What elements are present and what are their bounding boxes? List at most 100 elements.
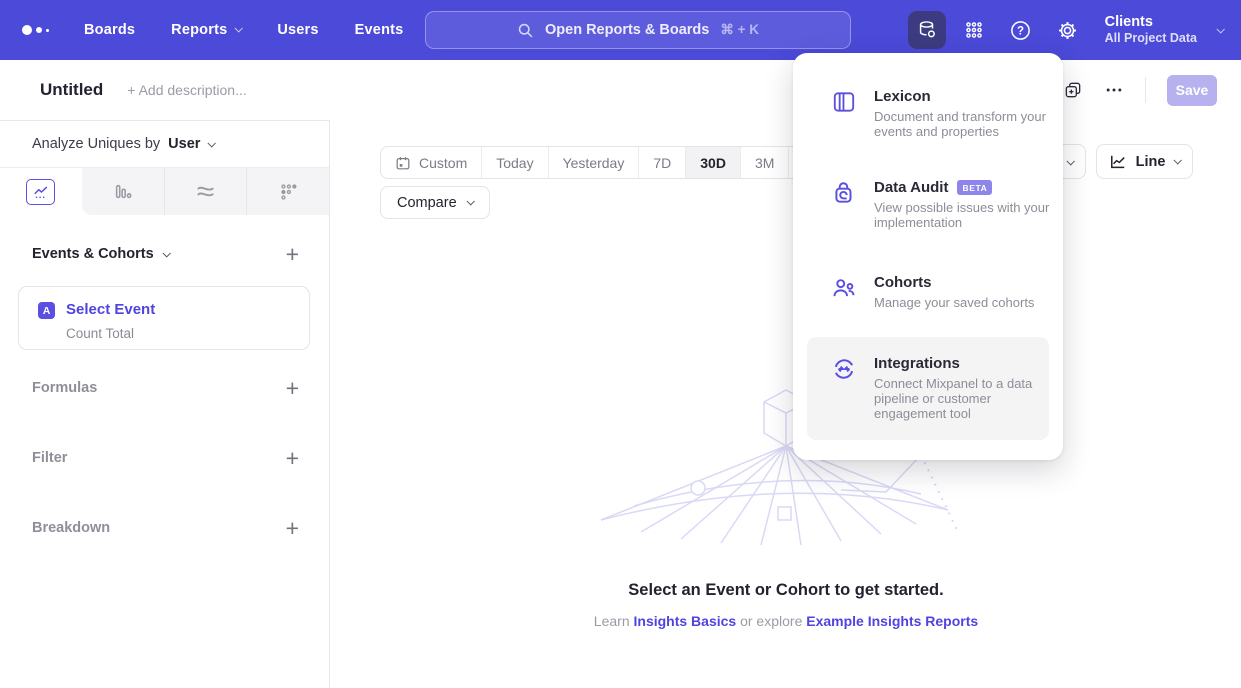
org-name: Clients bbox=[1105, 13, 1197, 31]
integrations-sync-icon bbox=[831, 356, 857, 422]
settings-button[interactable] bbox=[1049, 11, 1087, 49]
section-label: Events & Cohorts bbox=[32, 246, 154, 262]
chart-style-label: Line bbox=[1136, 154, 1166, 170]
menu-item-lexicon[interactable]: Lexicon Document and transform your even… bbox=[809, 88, 1047, 139]
events-section-toggle[interactable]: Events & Cohorts bbox=[32, 246, 169, 262]
date-range-3m[interactable]: 3M bbox=[740, 147, 788, 178]
section-label: Filter bbox=[32, 450, 67, 466]
middle-text: or explore bbox=[740, 613, 802, 629]
menu-item-integrations[interactable]: Integrations Connect Mixpanel to a data … bbox=[807, 337, 1049, 440]
date-range-custom[interactable]: Custom bbox=[381, 147, 481, 178]
more-options-button[interactable] bbox=[1104, 80, 1124, 100]
calendar-icon bbox=[395, 155, 411, 171]
add-description-field[interactable]: + Add description... bbox=[127, 82, 246, 98]
save-button[interactable]: Save bbox=[1167, 75, 1217, 106]
chevron-down-icon bbox=[466, 197, 474, 205]
nav-item-boards[interactable]: Boards bbox=[84, 22, 135, 38]
compare-dropdown[interactable]: Compare bbox=[380, 186, 490, 219]
insights-basics-link[interactable]: Insights Basics bbox=[634, 613, 737, 629]
add-breakdown-button[interactable]: + bbox=[286, 519, 299, 537]
analyze-label: Analyze Uniques by bbox=[32, 136, 160, 152]
divider bbox=[1145, 77, 1146, 103]
seg-label: Yesterday bbox=[563, 155, 625, 171]
section-label: Formulas bbox=[32, 380, 97, 396]
breakdown-section-header: Breakdown + bbox=[32, 519, 299, 537]
menu-item-data-audit[interactable]: Data Audit BETA View possible issues wit… bbox=[809, 179, 1047, 230]
menu-item-title: Data Audit bbox=[874, 179, 948, 196]
menu-item-desc: Document and transform your events and p… bbox=[874, 109, 1052, 139]
menu-item-cohorts[interactable]: Cohorts Manage your saved cohorts bbox=[809, 274, 1047, 310]
apps-grid-button[interactable] bbox=[955, 11, 993, 49]
cohorts-people-icon bbox=[831, 275, 857, 310]
scatter-dots-icon bbox=[278, 182, 298, 202]
chevron-down-icon bbox=[1216, 25, 1224, 33]
date-range-7d[interactable]: 7D bbox=[638, 147, 685, 178]
empty-state-subtitle: Learn Insights Basics or explore Example… bbox=[331, 613, 1241, 629]
date-range-today[interactable]: Today bbox=[481, 147, 547, 178]
filter-label: Filter bbox=[32, 450, 67, 466]
project-name: All Project Data bbox=[1105, 31, 1197, 47]
beta-badge: BETA bbox=[957, 180, 992, 195]
query-builder-sidebar: Analyze Uniques by User bbox=[0, 120, 330, 688]
example-reports-link[interactable]: Example Insights Reports bbox=[806, 613, 978, 629]
date-range-control: Custom Today Yesterday 7D 30D 3M 6M bbox=[380, 146, 838, 179]
seg-label: Custom bbox=[419, 155, 467, 171]
navbar-right: ? Clients All Project Data bbox=[899, 0, 1223, 60]
date-range-yesterday[interactable]: Yesterday bbox=[548, 147, 639, 178]
nav-label: Reports bbox=[171, 22, 227, 38]
series-badge: A bbox=[38, 302, 55, 319]
analyze-value-dropdown[interactable]: User bbox=[168, 136, 200, 152]
seg-label: 3M bbox=[755, 155, 774, 171]
add-filter-button[interactable]: + bbox=[286, 449, 299, 467]
report-title[interactable]: Untitled bbox=[40, 80, 103, 100]
chart-style-dropdown[interactable]: Line bbox=[1096, 144, 1193, 179]
data-audit-icon bbox=[831, 180, 857, 230]
duplicate-icon bbox=[1063, 80, 1083, 100]
menu-item-title: Lexicon bbox=[874, 88, 931, 105]
event-row-card[interactable]: A Select Event Count Total bbox=[18, 286, 310, 350]
line-chart-icon bbox=[26, 179, 55, 205]
add-formula-button[interactable]: + bbox=[286, 379, 299, 397]
formulas-section-header: Formulas + bbox=[32, 379, 299, 397]
bar-chart-icon bbox=[113, 182, 133, 202]
gear-icon bbox=[1056, 19, 1079, 42]
date-range-30d-selected[interactable]: 30D bbox=[685, 147, 740, 178]
tab-bar-chart[interactable] bbox=[82, 168, 164, 215]
add-event-button[interactable]: + bbox=[286, 245, 299, 263]
help-button[interactable]: ? bbox=[1002, 11, 1040, 49]
tab-line-chart[interactable] bbox=[0, 168, 82, 215]
mixpanel-logo[interactable] bbox=[22, 25, 66, 35]
duplicate-button[interactable] bbox=[1063, 80, 1083, 100]
analyze-row: Analyze Uniques by User bbox=[0, 121, 329, 168]
menu-item-text: Data Audit BETA View possible issues wit… bbox=[874, 179, 1052, 230]
global-search-bar[interactable]: Open Reports & Boards ⌘ + K bbox=[425, 11, 851, 49]
count-type-dropdown[interactable]: Count Total bbox=[66, 326, 134, 341]
database-gear-icon bbox=[916, 19, 938, 41]
header-actions: Save bbox=[1063, 75, 1217, 106]
project-selector[interactable]: Clients All Project Data bbox=[1087, 13, 1223, 47]
nav-item-reports[interactable]: Reports bbox=[171, 22, 241, 38]
chevron-down-icon bbox=[208, 139, 216, 147]
seg-label: 7D bbox=[653, 155, 671, 171]
menu-item-desc: View possible issues with your implement… bbox=[874, 200, 1052, 230]
select-event-button[interactable]: Select Event bbox=[66, 301, 155, 318]
chevron-down-icon bbox=[1066, 157, 1074, 165]
menu-item-text: Cohorts Manage your saved cohorts bbox=[874, 274, 1052, 310]
menu-item-desc: Manage your saved cohorts bbox=[874, 295, 1052, 310]
search-icon bbox=[517, 22, 534, 39]
nav-item-users[interactable]: Users bbox=[277, 22, 318, 38]
top-navbar: Boards Reports Users Events Open Reports… bbox=[0, 0, 1241, 60]
tab-flow-chart[interactable] bbox=[164, 168, 247, 215]
events-section-header: Events & Cohorts + bbox=[32, 245, 299, 263]
nav-item-events[interactable]: Events bbox=[355, 22, 404, 38]
menu-item-title: Cohorts bbox=[874, 274, 932, 291]
svg-text:?: ? bbox=[1017, 25, 1024, 37]
lexicon-book-icon bbox=[831, 89, 857, 139]
learn-prefix: Learn bbox=[594, 613, 630, 629]
breakdown-label: Breakdown bbox=[32, 520, 110, 536]
data-management-button[interactable] bbox=[908, 11, 946, 49]
flow-icon bbox=[195, 181, 216, 202]
empty-state-title: Select an Event or Cohort to get started… bbox=[331, 581, 1241, 600]
tab-scatter-chart[interactable] bbox=[246, 168, 329, 215]
menu-item-text: Lexicon Document and transform your even… bbox=[874, 88, 1052, 139]
